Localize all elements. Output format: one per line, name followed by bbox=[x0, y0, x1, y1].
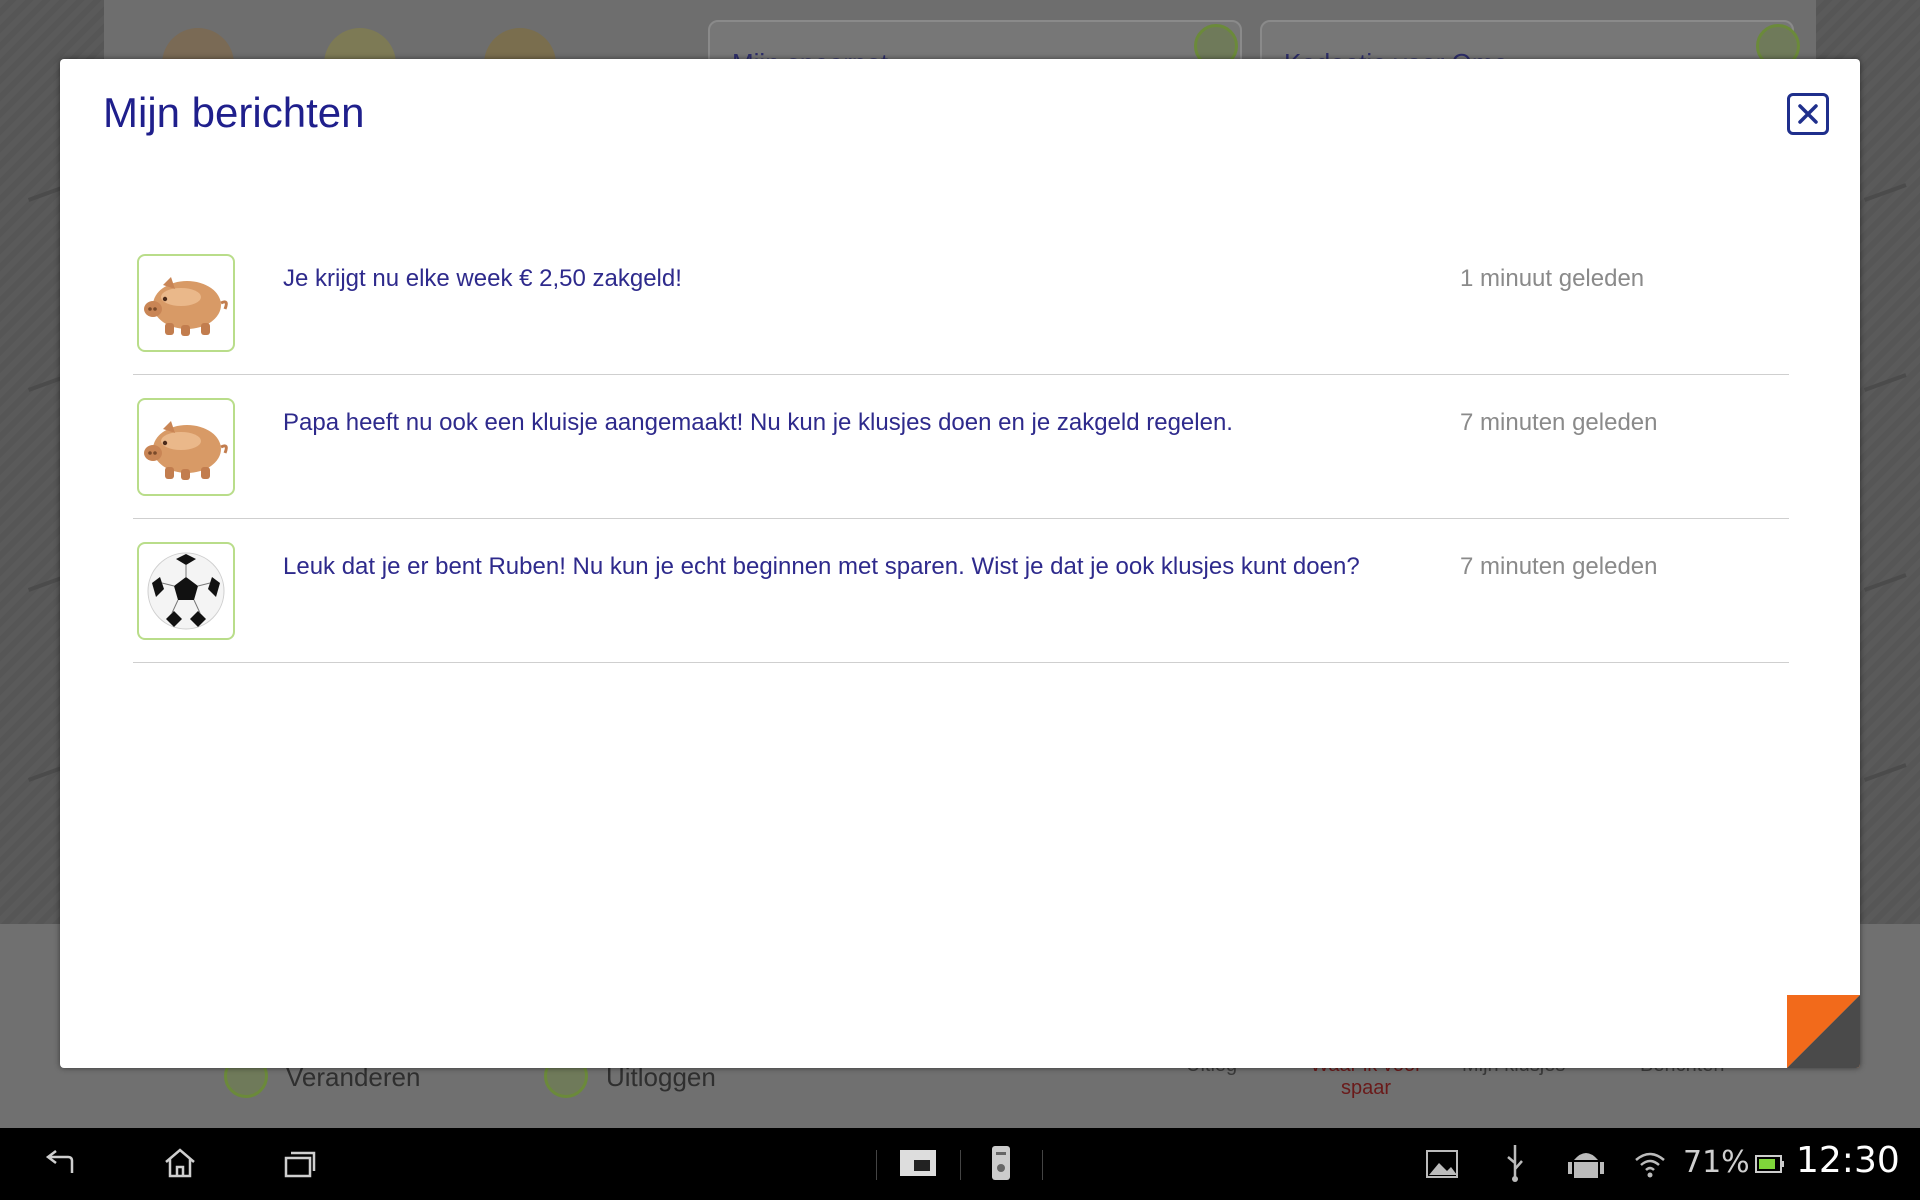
divider bbox=[876, 1150, 877, 1180]
messages-list: Je krijgt nu elke week € 2,50 zakgeld! 1… bbox=[133, 231, 1789, 663]
android-debug-icon bbox=[1566, 1142, 1606, 1184]
small-app-icon[interactable] bbox=[897, 1144, 939, 1182]
message-text: Papa heeft nu ook een kluisje aangemaakt… bbox=[283, 409, 1233, 436]
clock: 12:30 bbox=[1796, 1140, 1900, 1181]
message-row[interactable]: Leuk dat je er bent Ruben! Nu kun je ech… bbox=[133, 519, 1789, 663]
dialog-title: Mijn berichten bbox=[103, 89, 365, 136]
message-timestamp: 1 minuut geleden bbox=[1460, 265, 1645, 292]
close-button[interactable] bbox=[1787, 93, 1829, 135]
background-decoration bbox=[1863, 183, 1913, 217]
divider bbox=[1042, 1150, 1043, 1180]
soccer-ball-icon bbox=[137, 542, 235, 640]
battery-icon bbox=[1754, 1148, 1786, 1180]
message-text: Leuk dat je er bent Ruben! Nu kun je ech… bbox=[283, 553, 1360, 580]
battery-percentage: 71% bbox=[1683, 1145, 1750, 1180]
piggy-bank-icon bbox=[137, 254, 235, 352]
message-timestamp: 7 minuten geleden bbox=[1460, 409, 1658, 436]
image-notification-icon bbox=[1422, 1146, 1462, 1182]
recent-apps-icon[interactable] bbox=[280, 1146, 320, 1182]
home-icon[interactable] bbox=[160, 1144, 200, 1182]
message-text: Je krijgt nu elke week € 2,50 zakgeld! bbox=[283, 265, 682, 292]
wifi-icon bbox=[1630, 1142, 1670, 1184]
background-decoration bbox=[1863, 763, 1913, 797]
usb-icon bbox=[1500, 1142, 1530, 1184]
message-timestamp: 7 minuten geleden bbox=[1460, 553, 1658, 580]
page-corner-decoration bbox=[1787, 995, 1860, 1068]
background-decoration bbox=[1863, 573, 1913, 607]
message-row[interactable]: Je krijgt nu elke week € 2,50 zakgeld! 1… bbox=[133, 231, 1789, 375]
back-icon[interactable] bbox=[40, 1146, 80, 1182]
background-decoration bbox=[1863, 373, 1913, 407]
messages-dialog: Mijn berichten Je krijgt nu elke week € … bbox=[60, 59, 1860, 1068]
divider bbox=[960, 1150, 961, 1180]
message-row[interactable]: Papa heeft nu ook een kluisje aangemaakt… bbox=[133, 375, 1789, 519]
close-icon bbox=[1798, 104, 1818, 124]
piggy-bank-icon bbox=[137, 398, 235, 496]
remote-control-icon[interactable] bbox=[986, 1142, 1016, 1184]
